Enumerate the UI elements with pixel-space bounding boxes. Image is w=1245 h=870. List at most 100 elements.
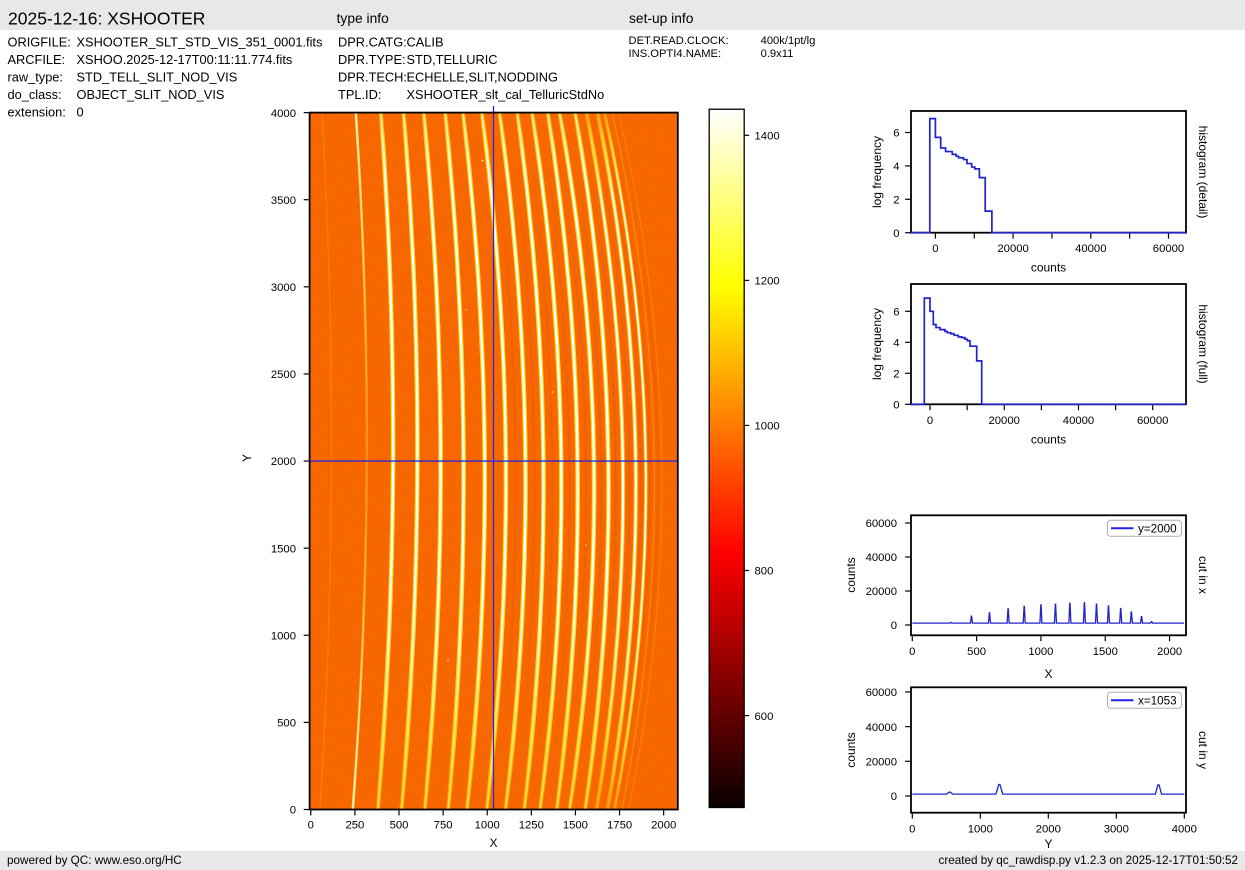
svg-text:INS.OPTI4.NAME:: INS.OPTI4.NAME: xyxy=(629,48,722,60)
svg-text:0.9x11: 0.9x11 xyxy=(761,48,794,60)
svg-text:4: 4 xyxy=(893,161,899,173)
svg-text:0: 0 xyxy=(893,400,899,412)
svg-text:0: 0 xyxy=(77,104,84,119)
svg-text:60000: 60000 xyxy=(1137,415,1168,427)
svg-text:20000: 20000 xyxy=(988,415,1019,427)
svg-text:40000: 40000 xyxy=(1063,415,1094,427)
svg-text:20000: 20000 xyxy=(997,243,1028,255)
svg-text:counts: counts xyxy=(1031,433,1066,447)
svg-text:log frequency: log frequency xyxy=(870,308,884,380)
svg-text:DPR.CATG:: DPR.CATG: xyxy=(338,34,407,49)
svg-text:OBJECT_SLIT_NOD_VIS: OBJECT_SLIT_NOD_VIS xyxy=(77,87,225,102)
svg-text:raw_type:: raw_type: xyxy=(8,69,63,84)
svg-text:counts: counts xyxy=(844,557,858,592)
svg-text:XSHOO.2025-12-17T00:11:11.774.: XSHOO.2025-12-17T00:11:11.774.fits xyxy=(77,52,293,67)
svg-text:2000: 2000 xyxy=(1036,824,1061,836)
svg-text:0: 0 xyxy=(909,646,915,658)
svg-text:XSHOOTER_SLT_STD_VIS_351_0001.: XSHOOTER_SLT_STD_VIS_351_0001.fits xyxy=(77,34,323,49)
svg-text:2: 2 xyxy=(893,369,899,381)
svg-text:750: 750 xyxy=(434,820,453,832)
svg-text:1200: 1200 xyxy=(755,276,780,288)
svg-text:0: 0 xyxy=(891,620,897,632)
svg-text:set-up info: set-up info xyxy=(629,11,694,26)
svg-text:do_class:: do_class: xyxy=(8,87,62,102)
svg-text:Y: Y xyxy=(1044,837,1052,851)
svg-text:cut in y: cut in y xyxy=(1196,731,1210,769)
svg-text:1500: 1500 xyxy=(563,820,588,832)
svg-text:DET.READ.CLOCK:: DET.READ.CLOCK: xyxy=(629,35,729,47)
svg-text:0: 0 xyxy=(290,805,296,817)
svg-text:1250: 1250 xyxy=(519,820,544,832)
svg-text:1750: 1750 xyxy=(607,820,632,832)
svg-text:500: 500 xyxy=(390,820,409,832)
svg-text:500: 500 xyxy=(277,718,296,730)
svg-text:x=1053: x=1053 xyxy=(1138,694,1177,707)
svg-text:60000: 60000 xyxy=(866,518,897,530)
svg-text:3000: 3000 xyxy=(271,282,296,294)
svg-text:created by qc_rawdisp.py v1.2.: created by qc_rawdisp.py v1.2.3 on 2025-… xyxy=(938,854,1238,867)
svg-text:600: 600 xyxy=(755,711,774,723)
svg-text:4000: 4000 xyxy=(271,108,296,120)
svg-text:X: X xyxy=(1044,667,1052,681)
svg-text:1000: 1000 xyxy=(755,421,780,433)
svg-text:1400: 1400 xyxy=(755,131,780,143)
svg-text:y=2000: y=2000 xyxy=(1138,522,1177,535)
svg-text:1500: 1500 xyxy=(271,543,296,555)
svg-text:40000: 40000 xyxy=(1075,243,1106,255)
svg-text:4000: 4000 xyxy=(1172,824,1197,836)
svg-text:20000: 20000 xyxy=(866,757,897,769)
svg-text:Y: Y xyxy=(240,454,254,462)
svg-text:1000: 1000 xyxy=(1028,646,1053,658)
svg-text:counts: counts xyxy=(844,732,858,767)
svg-text:20000: 20000 xyxy=(866,586,897,598)
svg-text:log frequency: log frequency xyxy=(870,136,884,208)
svg-text:XSHOOTER_slt_cal_TelluricStdNo: XSHOOTER_slt_cal_TelluricStdNo xyxy=(407,87,605,102)
svg-text:2000: 2000 xyxy=(271,456,296,468)
svg-text:histogram (full): histogram (full) xyxy=(1196,304,1210,383)
svg-text:40000: 40000 xyxy=(866,552,897,564)
svg-text:0: 0 xyxy=(893,228,899,240)
svg-text:500: 500 xyxy=(967,646,986,658)
svg-text:400k/1pt/lg: 400k/1pt/lg xyxy=(761,35,816,47)
svg-text:histogram (detail): histogram (detail) xyxy=(1196,126,1210,219)
svg-text:6: 6 xyxy=(893,128,899,140)
svg-text:DPR.TECH:: DPR.TECH: xyxy=(338,69,407,84)
svg-text:powered by QC: www.eso.org/HC: powered by QC: www.eso.org/HC xyxy=(7,854,182,867)
svg-text:ARCFILE:: ARCFILE: xyxy=(8,52,66,67)
svg-text:3500: 3500 xyxy=(271,195,296,207)
svg-text:0: 0 xyxy=(891,791,897,803)
svg-text:TPL.ID:: TPL.ID: xyxy=(338,87,381,102)
svg-text:STD,TELLURIC: STD,TELLURIC xyxy=(407,52,498,67)
svg-text:ORIGFILE:: ORIGFILE: xyxy=(8,34,71,49)
svg-text:ECHELLE,SLIT,NODDING: ECHELLE,SLIT,NODDING xyxy=(407,69,558,84)
svg-text:800: 800 xyxy=(755,566,774,578)
svg-text:40000: 40000 xyxy=(866,722,897,734)
svg-text:2025-12-16: XSHOOTER: 2025-12-16: XSHOOTER xyxy=(8,8,205,28)
svg-text:X: X xyxy=(489,836,497,850)
svg-text:0: 0 xyxy=(909,824,915,836)
svg-text:CALIB: CALIB xyxy=(407,34,444,49)
svg-text:250: 250 xyxy=(345,820,364,832)
svg-text:1000: 1000 xyxy=(475,820,500,832)
svg-text:STD_TELL_SLIT_NOD_VIS: STD_TELL_SLIT_NOD_VIS xyxy=(77,69,238,84)
svg-text:2000: 2000 xyxy=(1157,646,1182,658)
svg-text:2000: 2000 xyxy=(651,820,676,832)
svg-text:DPR.TYPE:: DPR.TYPE: xyxy=(338,52,406,67)
svg-text:2500: 2500 xyxy=(271,369,296,381)
svg-text:1000: 1000 xyxy=(968,824,993,836)
svg-text:1500: 1500 xyxy=(1093,646,1118,658)
svg-text:0: 0 xyxy=(932,243,938,255)
svg-text:3000: 3000 xyxy=(1104,824,1129,836)
svg-text:4: 4 xyxy=(893,338,899,350)
svg-text:0: 0 xyxy=(308,820,314,832)
svg-text:extension:: extension: xyxy=(8,104,66,119)
svg-text:60000: 60000 xyxy=(1153,243,1184,255)
svg-text:2: 2 xyxy=(893,195,899,207)
svg-text:1000: 1000 xyxy=(271,631,296,643)
svg-text:6: 6 xyxy=(893,307,899,319)
svg-text:cut in x: cut in x xyxy=(1196,556,1210,594)
svg-text:0: 0 xyxy=(927,415,933,427)
svg-text:counts: counts xyxy=(1031,261,1066,275)
svg-text:type info: type info xyxy=(337,11,389,26)
svg-text:60000: 60000 xyxy=(866,687,897,699)
